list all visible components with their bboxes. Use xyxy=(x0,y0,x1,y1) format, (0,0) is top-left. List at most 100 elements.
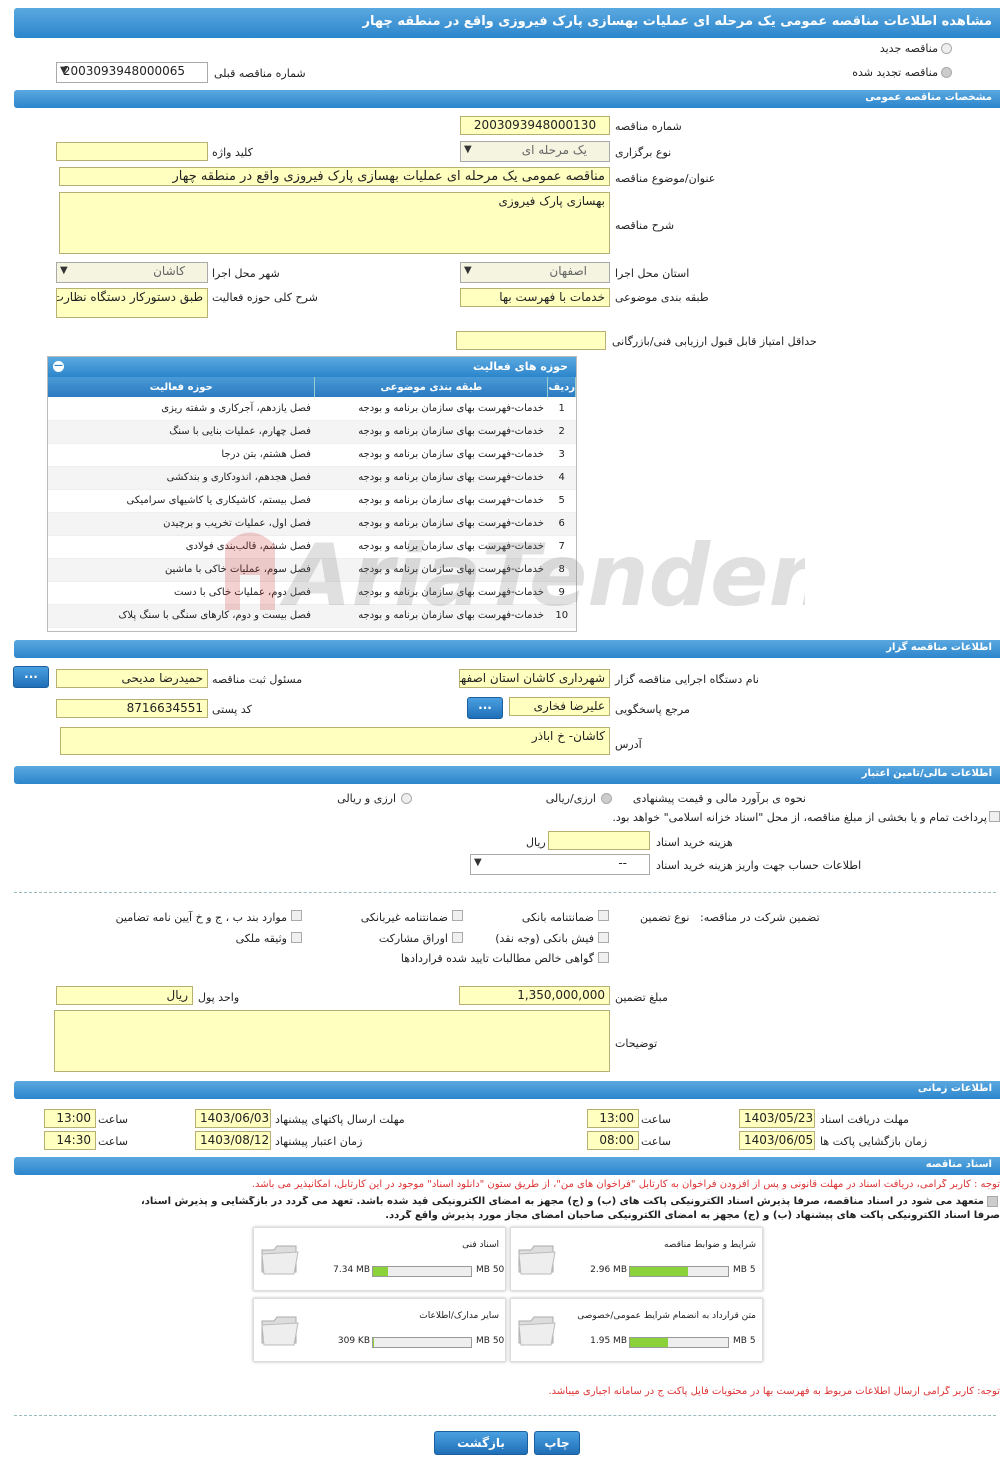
claims-checkbox[interactable] xyxy=(598,952,609,963)
guarantee-amount-field[interactable]: 1,350,000,000 xyxy=(459,986,610,1005)
treasury-checkbox[interactable] xyxy=(989,811,1000,822)
notes-label: توضیحات xyxy=(615,1037,658,1050)
type-select[interactable]: یک مرحله ای ▼ xyxy=(460,141,610,162)
notes-field[interactable] xyxy=(54,1010,610,1072)
estimate-method-label: نحوه ی برآورد مالی و قیمت پیشنهادی xyxy=(632,792,806,805)
renewed-tender-radio[interactable] xyxy=(941,67,952,78)
doc-deadline-time[interactable]: 13:00 xyxy=(587,1109,639,1128)
treasury-label: پرداخت تمام و یا بخشی از مبلغ مناقصه، از… xyxy=(612,811,987,824)
currency-rial-radio[interactable] xyxy=(601,793,612,804)
row-number: 8 xyxy=(547,558,576,582)
prev-number-label: شماره مناقصه قبلی xyxy=(214,67,306,80)
row-category: خدمات-فهرست بهای سازمان برنامه و بودجه xyxy=(314,581,548,605)
validity-date[interactable]: 1403/08/12 xyxy=(195,1131,271,1150)
ref-picker-button[interactable]: ... xyxy=(467,697,503,719)
opening-time[interactable]: 08:00 xyxy=(587,1131,639,1150)
send-deadline-time[interactable]: 13:00 xyxy=(44,1109,96,1128)
subject-field[interactable]: مناقصه عمومی یک مرحله ای عملیات بهسازی پ… xyxy=(59,167,610,186)
table-row[interactable]: 1 خدمات-فهرست بهای سازمان برنامه و بودجه ف… xyxy=(48,397,576,421)
table-row[interactable]: 9 خدمات-فهرست بهای سازمان برنامه و بودجه ف… xyxy=(48,581,576,605)
table-row[interactable]: 6 خدمات-فهرست بهای سازمان برنامه و بودجه ف… xyxy=(48,512,576,536)
city-label: شهر محل اجرا xyxy=(212,267,280,280)
new-tender-radio[interactable] xyxy=(941,43,952,54)
back-button[interactable]: بازگشت xyxy=(434,1431,528,1455)
currency-label: واحد پول xyxy=(198,991,240,1004)
file-size: 1.95 MB xyxy=(590,1336,627,1346)
row-number: 1 xyxy=(547,397,576,421)
file-max: 5 MB xyxy=(733,1265,756,1275)
renewed-tender-label: مناقصه تجدید شده xyxy=(852,66,938,79)
collapse-icon[interactable]: — xyxy=(53,361,64,372)
province-select[interactable]: اصفهان ▼ xyxy=(460,262,610,283)
row-category: خدمات-فهرست بهای سازمان برنامه و بودجه xyxy=(314,420,548,444)
postal-label: کد پستی xyxy=(212,703,252,716)
file-progress xyxy=(372,1266,472,1277)
currency-field[interactable]: ریال xyxy=(56,986,193,1005)
file-card[interactable]: اسناد فنی 50 MB 7.34 MB xyxy=(253,1227,506,1291)
org-name-field[interactable]: شهرداری کاشان استان اصفهان xyxy=(459,669,610,688)
validity-time[interactable]: 14:30 xyxy=(44,1131,96,1150)
table-row[interactable]: 5 خدمات-فهرست بهای سازمان برنامه و بودجه ف… xyxy=(48,489,576,513)
responsible-label: مسئول ثبت مناقصه xyxy=(212,673,303,686)
docs-note-2: توجه: کاربر گرامی ارسال اطلاعات مربوط به… xyxy=(548,1386,1000,1397)
guarantee-amount-label: مبلغ تضمین xyxy=(615,991,668,1004)
bank-guarantee-checkbox[interactable] xyxy=(598,910,609,921)
table-row[interactable]: 2 خدمات-فهرست بهای سازمان برنامه و بودجه ف… xyxy=(48,420,576,444)
print-button[interactable]: چاپ xyxy=(534,1431,580,1455)
doc-deadline-label: مهلت دریافت اسناد xyxy=(820,1113,909,1126)
prev-number-select[interactable]: 2003093948000065 ▼ xyxy=(56,62,208,83)
file-card[interactable]: سایر مدارک/اطلاعات 50 MB 309 KB xyxy=(253,1298,506,1362)
page-title: مشاهده اطلاعات مناقصه عمومی یک مرحله ای … xyxy=(14,8,1000,38)
file-card[interactable]: متن قرارداد به انضمام شرایط عمومی/خصوصی 5… xyxy=(510,1298,763,1362)
docs-note: توجه : کاربر گرامی، دریافت اسناد در مهلت… xyxy=(251,1179,1000,1190)
responsible-field[interactable]: حمیدرضا مدیحی xyxy=(56,669,208,688)
min-score-field[interactable] xyxy=(456,331,606,350)
account-label: اطلاعات حساب جهت واریز هزینه خرید اسناد xyxy=(656,859,862,872)
chevron-down-icon: ▼ xyxy=(60,265,68,276)
nonbank-guarantee-checkbox[interactable] xyxy=(452,910,463,921)
table-row[interactable]: 8 خدمات-فهرست بهای سازمان برنامه و بودجه ف… xyxy=(48,558,576,582)
claims-label: گواهی خالص مطالبات تایید شده قراردادها xyxy=(400,952,594,965)
bonds-label: اوراق مشارکت xyxy=(378,932,448,945)
bonds-checkbox[interactable] xyxy=(452,932,463,943)
table-row[interactable]: 10 خدمات-فهرست بهای سازمان برنامه و بودجه… xyxy=(48,604,576,628)
postal-field[interactable]: 8716634551 xyxy=(56,699,208,718)
send-deadline-date[interactable]: 1403/06/03 xyxy=(195,1109,271,1128)
category-field[interactable]: خدمات با فهرست بها xyxy=(460,288,610,307)
file-progress xyxy=(629,1337,729,1348)
file-name: اسناد فنی xyxy=(462,1240,499,1250)
ref-field[interactable]: علیرضا فخاری xyxy=(509,697,610,716)
commit-checkbox[interactable] xyxy=(987,1196,998,1207)
activities-panel: حوزه های فعالیت — ردیف طبقه بندی موضوعی … xyxy=(47,356,577,632)
doc-deadline-date[interactable]: 1403/05/23 xyxy=(739,1109,815,1128)
address-field[interactable]: کاشان- خ اباذر xyxy=(60,727,610,755)
desc-field[interactable]: بهسازی پارک فیروزی xyxy=(59,192,610,254)
regulation-items-checkbox[interactable] xyxy=(291,910,302,921)
currency-and-rial-radio[interactable] xyxy=(401,793,412,804)
responsible-picker-button[interactable]: ... xyxy=(13,666,49,688)
account-select[interactable]: -- ▼ xyxy=(470,854,650,875)
bank-receipt-checkbox[interactable] xyxy=(598,932,609,943)
row-category: خدمات-فهرست بهای سازمان برنامه و بودجه xyxy=(314,535,548,559)
row-category: خدمات-فهرست بهای سازمان برنامه و بودجه xyxy=(314,466,548,490)
doc-fee-field[interactable] xyxy=(548,831,650,850)
activities-title: حوزه های فعالیت xyxy=(473,360,568,373)
table-row[interactable]: 4 خدمات-فهرست بهای سازمان برنامه و بودجه ف… xyxy=(48,466,576,490)
file-max: 5 MB xyxy=(733,1336,756,1346)
tender-number-field[interactable]: 2003093948000130 xyxy=(460,116,610,135)
currency-rial-label: ارزی/ریالی xyxy=(545,792,596,805)
row-field: فصل سوم، عملیات خاکی با ماشین xyxy=(48,558,315,582)
guarantee-label: تضمین شرکت در مناقصه: xyxy=(700,911,820,924)
time-label: ساعت xyxy=(98,1113,128,1126)
scope-field[interactable]: طبق دستورکار دستگاه نظارت xyxy=(56,288,208,318)
divider xyxy=(14,1415,996,1416)
city-select[interactable]: کاشان ▼ xyxy=(56,262,208,283)
property-checkbox[interactable] xyxy=(291,932,302,943)
table-row[interactable]: 3 خدمات-فهرست بهای سازمان برنامه و بودجه ف… xyxy=(48,443,576,467)
keyword-field[interactable] xyxy=(56,142,208,161)
opening-date[interactable]: 1403/06/05 xyxy=(739,1131,815,1150)
row-field: فصل چهارم، عملیات بنایی با سنگ xyxy=(48,420,315,444)
file-card[interactable]: شرایط و ضوابط مناقصه 5 MB 2.96 MB xyxy=(510,1227,763,1291)
table-row[interactable]: 7 خدمات-فهرست بهای سازمان برنامه و بودجه ف… xyxy=(48,535,576,559)
col-category: طبقه بندی موضوعی xyxy=(314,377,549,397)
